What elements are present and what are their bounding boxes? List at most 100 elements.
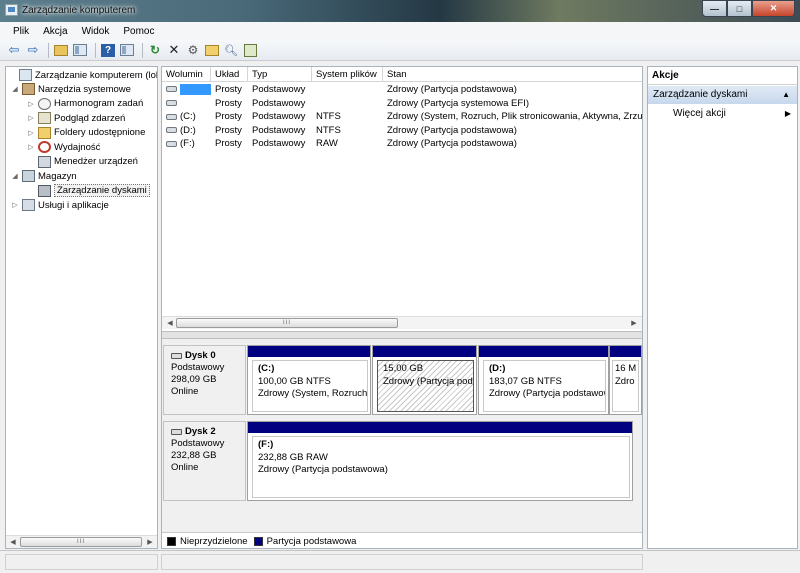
disk-kind: Podstawowy	[171, 438, 225, 449]
partition-d[interactable]: (D:) 183,07 GB NTFS Zdrowy (Partycja pod…	[478, 345, 609, 415]
close-button[interactable]: ✕	[752, 0, 795, 17]
tree-item-computer-management[interactable]: Zarządzanie komputerem (loka	[8, 68, 157, 82]
actions-section-disk-management[interactable]: Zarządzanie dyskami ▲	[648, 86, 797, 104]
tree-item-task-scheduler[interactable]: ▷ Harmonogram zadań	[27, 97, 143, 111]
table-row[interactable]: (F:) Prosty Podstawowy RAW Zdrowy (Party…	[162, 137, 642, 151]
expand-arrow-icon[interactable]: ▷	[27, 143, 35, 151]
tree-item-system-tools[interactable]: ◢ Narzędzia systemowe	[11, 82, 131, 96]
more-actions-label: Więcej akcji	[673, 108, 726, 119]
menu-help[interactable]: Pomoc	[116, 26, 161, 37]
tree-item-shared-folders[interactable]: ▷ Foldery udostępnione	[27, 126, 145, 140]
partition-f[interactable]: (F:) 232,88 GB RAW Zdrowy (Partycja pods…	[247, 421, 633, 501]
volume-icon	[166, 86, 177, 93]
column-header-type[interactable]: Typ	[248, 67, 312, 82]
layout-cell: Prosty	[215, 138, 242, 150]
tree-item-services-applications[interactable]: ▷ Usługi i aplikacje	[11, 198, 109, 212]
help-icon[interactable]: ?	[100, 43, 116, 58]
pane-splitter[interactable]	[162, 331, 642, 339]
expand-arrow-icon[interactable]: ▷	[27, 129, 35, 137]
storage-icon	[22, 170, 35, 182]
toolbar-separator	[142, 42, 143, 58]
computer-management-icon	[5, 4, 18, 16]
collapse-triangle-icon[interactable]: ▲	[782, 86, 790, 104]
expand-arrow-icon[interactable]: ▷	[27, 100, 35, 108]
disk-management-pane: Wolumin Układ Typ System plików Stan Pro…	[161, 66, 643, 549]
volume-icon	[166, 100, 177, 107]
scroll-right-icon[interactable]: ▶	[144, 536, 156, 548]
tree-item-label: Harmonogram zadań	[54, 98, 144, 109]
volume-list-header: Wolumin Układ Typ System plików Stan	[162, 67, 642, 82]
menu-action[interactable]: Akcja	[36, 26, 74, 37]
column-header-layout[interactable]: Układ	[211, 67, 248, 82]
menu-bar: Plik Akcja Widok Pomoc	[0, 22, 800, 40]
open-folder-icon[interactable]	[204, 43, 220, 58]
window-title: Zarządzanie komputerem	[22, 5, 136, 16]
volume-icon	[166, 113, 177, 120]
scroll-left-icon[interactable]: ◀	[7, 536, 19, 548]
delete-icon[interactable]: ✕	[166, 42, 182, 58]
expand-arrow-icon[interactable]: ▷	[27, 114, 35, 122]
partition-efi[interactable]: 16 M Zdro	[609, 345, 642, 415]
section-label: Zarządzanie dyskami	[653, 89, 748, 100]
tree-item-label: Narzędzia systemowe	[38, 83, 131, 95]
table-row[interactable]: Prosty Podstawowy Zdrowy (Partycja podst…	[162, 83, 642, 97]
partition-color-bar	[479, 346, 608, 357]
console-tree: Zarządzanie komputerem (loka ◢ Narzędzia…	[5, 66, 158, 549]
column-header-file-system[interactable]: System plików	[312, 67, 383, 82]
partition-c[interactable]: (C:) 100,00 GB NTFS Zdrowy (System, Rozr…	[247, 345, 371, 415]
minimize-button[interactable]: —	[702, 0, 727, 17]
show-hide-tree-icon[interactable]	[72, 43, 88, 58]
disk-2-label[interactable]: Dysk 2 Podstawowy 232,88 GB Online	[163, 421, 246, 501]
scroll-left-icon[interactable]: ◀	[164, 317, 176, 329]
volume-cell	[162, 83, 211, 97]
tree-item-disk-management[interactable]: Zarządzanie dyskami	[27, 184, 150, 198]
table-row[interactable]: (D:) Prosty Podstawowy NTFS Zdrowy (Part…	[162, 124, 642, 138]
export-icon[interactable]	[242, 43, 258, 58]
refresh-icon[interactable]: ↻	[147, 43, 163, 58]
partition-status: Zdro	[615, 375, 635, 387]
volume-list-horizontal-scrollbar[interactable]: ◀ III ▶	[162, 316, 642, 329]
menu-file[interactable]: Plik	[6, 26, 36, 37]
partition-color-bar	[610, 346, 641, 357]
tree-item-event-viewer[interactable]: ▷ Podgląd zdarzeń	[27, 111, 125, 125]
scrollbar-thumb[interactable]: III	[176, 318, 398, 328]
collapse-arrow-icon[interactable]: ◢	[11, 172, 19, 180]
menu-view[interactable]: Widok	[75, 26, 117, 37]
type-cell: Podstawowy	[252, 124, 306, 136]
layout-cell: Prosty	[215, 84, 242, 95]
show-hide-action-pane-icon[interactable]	[119, 43, 135, 58]
forward-arrow-icon[interactable]: ⇨	[25, 42, 41, 58]
partition-size: 16 M	[615, 363, 637, 374]
column-header-status[interactable]: Stan	[383, 67, 642, 82]
tree-item-label: Usługi i aplikacje	[38, 199, 109, 211]
table-row[interactable]: Prosty Podstawowy Zdrowy (Partycja syste…	[162, 97, 642, 111]
partition-selected[interactable]: 15,00 GB Zdrowy (Partycja pod	[372, 345, 477, 415]
scroll-right-icon[interactable]: ▶	[628, 317, 640, 329]
tree-horizontal-scrollbar[interactable]: ◀ III ▶	[6, 535, 157, 548]
disk-name: Dysk 2	[185, 426, 216, 437]
services-icon	[22, 199, 35, 211]
fs-cell: RAW	[316, 138, 338, 150]
disk-state: Online	[171, 462, 199, 473]
more-actions-item[interactable]: Więcej akcji ▶	[648, 106, 797, 122]
disk-0-label[interactable]: Dysk 0 Podstawowy 298,09 GB Online	[163, 345, 246, 415]
column-header-volume[interactable]: Wolumin	[162, 67, 211, 82]
scrollbar-thumb[interactable]: III	[20, 537, 142, 547]
window-controls: — □ ✕	[702, 0, 795, 17]
fs-cell	[312, 83, 383, 97]
table-row[interactable]: (C:) Prosty Podstawowy NTFS Zdrowy (Syst…	[162, 110, 642, 124]
hard-disk-icon	[171, 353, 182, 359]
properties-icon[interactable]: ⚙	[185, 43, 201, 58]
search-icon[interactable]: 🔍︎	[223, 43, 239, 58]
expand-arrow-icon[interactable]: ▷	[11, 201, 19, 209]
tree-item-performance[interactable]: ▷ Wydajność	[27, 140, 100, 154]
type-cell: Podstawowy	[252, 138, 306, 150]
maximize-button[interactable]: □	[727, 0, 752, 17]
tree-item-device-manager[interactable]: Menedżer urządzeń	[27, 155, 138, 169]
collapse-arrow-icon[interactable]: ◢	[11, 85, 19, 93]
actions-pane: Akcje Zarządzanie dyskami ▲ Więcej akcji…	[647, 66, 798, 549]
tree-item-storage[interactable]: ◢ Magazyn	[11, 169, 77, 183]
back-arrow-icon[interactable]: ⇦	[6, 42, 22, 58]
up-folder-icon[interactable]	[53, 43, 69, 58]
unallocated-swatch	[167, 537, 176, 546]
